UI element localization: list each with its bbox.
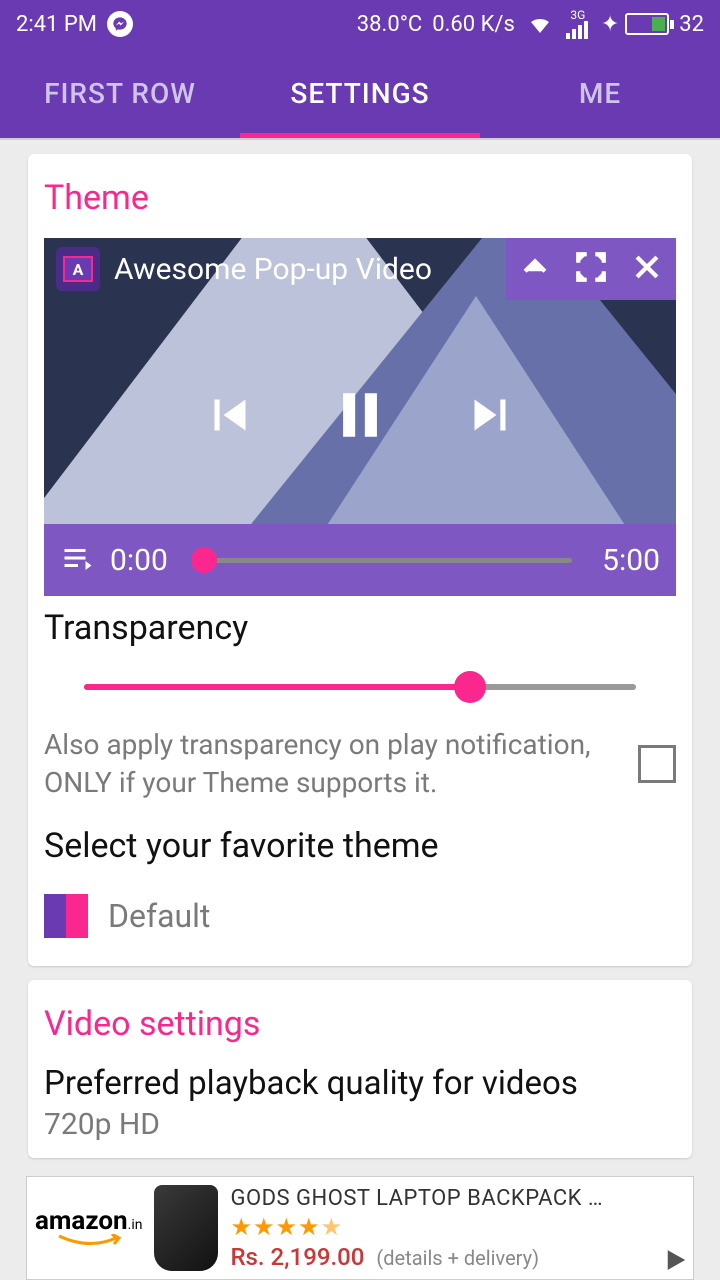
theme-name: Default	[108, 897, 210, 935]
transparency-notification-option[interactable]: Also apply transparency on play notifica…	[44, 726, 676, 802]
ad-banner[interactable]: amazon.in GODS GHOST LAPTOP BACKPACK … ★…	[26, 1176, 694, 1280]
star-icon: ★	[275, 1213, 297, 1241]
tab-bar: FIRST ROW SETTINGS ME	[0, 48, 720, 138]
playlist-icon[interactable]	[60, 540, 96, 580]
status-bar: 2:41 PM 38.0°C 0.60 K/s 3G ✦ 32	[0, 0, 720, 48]
amazon-logo-icon: amazon.in	[35, 1208, 142, 1248]
divider	[0, 138, 720, 140]
tab-settings[interactable]: SETTINGS	[240, 48, 480, 138]
ad-price: Rs. 2,199.00	[230, 1243, 364, 1271]
video-settings-title: Video settings	[44, 1004, 676, 1044]
theme-card: Theme A Awesome Pop-up Video	[28, 154, 692, 966]
time-current: 0:00	[110, 543, 168, 578]
chevron-up-icon[interactable]	[518, 250, 552, 288]
battery-percent: 32	[679, 12, 704, 37]
checkbox-icon[interactable]	[638, 745, 676, 783]
theme-title: Theme	[44, 178, 676, 218]
ad-extra: (details + delivery)	[376, 1246, 539, 1270]
status-temp: 38.0°C	[357, 12, 422, 37]
theme-option-default[interactable]: Default	[44, 894, 676, 938]
pause-icon[interactable]	[331, 384, 389, 450]
time-total: 5:00	[602, 543, 660, 578]
tab-first-row[interactable]: FIRST ROW	[0, 48, 240, 138]
star-icon: ★	[230, 1213, 252, 1241]
fullscreen-icon[interactable]	[574, 250, 608, 288]
app-badge-icon: A	[56, 247, 100, 291]
battery-icon	[625, 13, 669, 35]
product-image	[154, 1185, 218, 1271]
adchoices-icon[interactable]	[665, 1249, 687, 1275]
wifi-icon	[525, 12, 555, 36]
ad-rating-stars: ★ ★ ★ ★ ★	[230, 1213, 685, 1241]
signal-icon: 3G	[565, 9, 591, 39]
theme-swatch-icon	[44, 894, 88, 938]
select-theme-label: Select your favorite theme	[44, 826, 676, 866]
ad-product-name: GODS GHOST LAPTOP BACKPACK …	[230, 1186, 685, 1211]
skip-previous-icon[interactable]	[199, 384, 261, 450]
playback-quality-value: 720p HD	[44, 1107, 676, 1142]
playback-quality-label[interactable]: Preferred playback quality for videos	[44, 1064, 676, 1103]
skip-next-icon[interactable]	[459, 384, 521, 450]
star-icon: ★	[298, 1213, 320, 1241]
star-half-icon: ★	[321, 1213, 343, 1241]
checkbox-label: Also apply transparency on play notifica…	[44, 726, 618, 802]
messenger-icon	[107, 11, 133, 37]
transparency-label: Transparency	[44, 608, 676, 648]
charging-icon: ✦	[601, 12, 619, 37]
status-time: 2:41 PM	[16, 12, 97, 37]
video-preview: A Awesome Pop-up Video	[44, 238, 676, 596]
status-speed: 0.60 K/s	[432, 12, 515, 37]
transparency-slider[interactable]	[84, 684, 636, 690]
video-settings-card: Video settings Preferred playback qualit…	[28, 980, 692, 1158]
video-progress-slider[interactable]	[198, 558, 572, 563]
star-icon: ★	[253, 1213, 275, 1241]
close-icon[interactable]	[630, 250, 664, 288]
tab-me[interactable]: ME	[480, 48, 720, 138]
video-title: Awesome Pop-up Video	[114, 252, 432, 287]
